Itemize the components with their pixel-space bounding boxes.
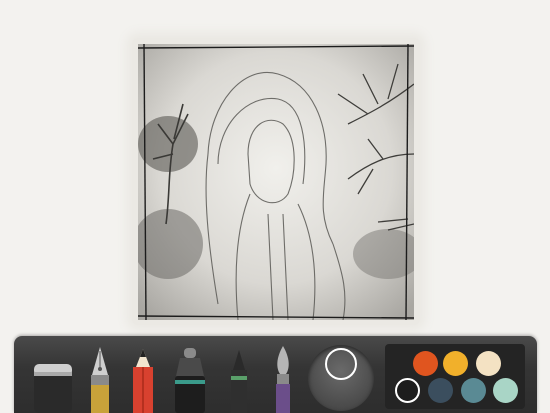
mixer-selection-ring <box>325 348 357 380</box>
eraser-icon[interactable] <box>32 360 74 413</box>
sketch-drawing[interactable] <box>138 44 414 320</box>
swatch-black-selected[interactable] <box>395 378 420 403</box>
swatch-yellow[interactable] <box>443 351 468 376</box>
swatch-teal[interactable] <box>461 378 486 403</box>
fineliner-icon[interactable] <box>226 348 252 413</box>
color-palette <box>385 344 525 409</box>
color-mixer-button[interactable] <box>308 345 374 411</box>
swatch-orange[interactable] <box>413 351 438 376</box>
pencil-icon[interactable] <box>130 347 156 413</box>
swatch-mint[interactable] <box>493 378 518 403</box>
swatch-slate[interactable] <box>428 378 453 403</box>
fountain-pen-icon[interactable] <box>86 345 114 413</box>
brush-icon[interactable] <box>270 344 296 413</box>
marker-icon[interactable] <box>172 346 208 413</box>
swatch-cream[interactable] <box>476 351 501 376</box>
